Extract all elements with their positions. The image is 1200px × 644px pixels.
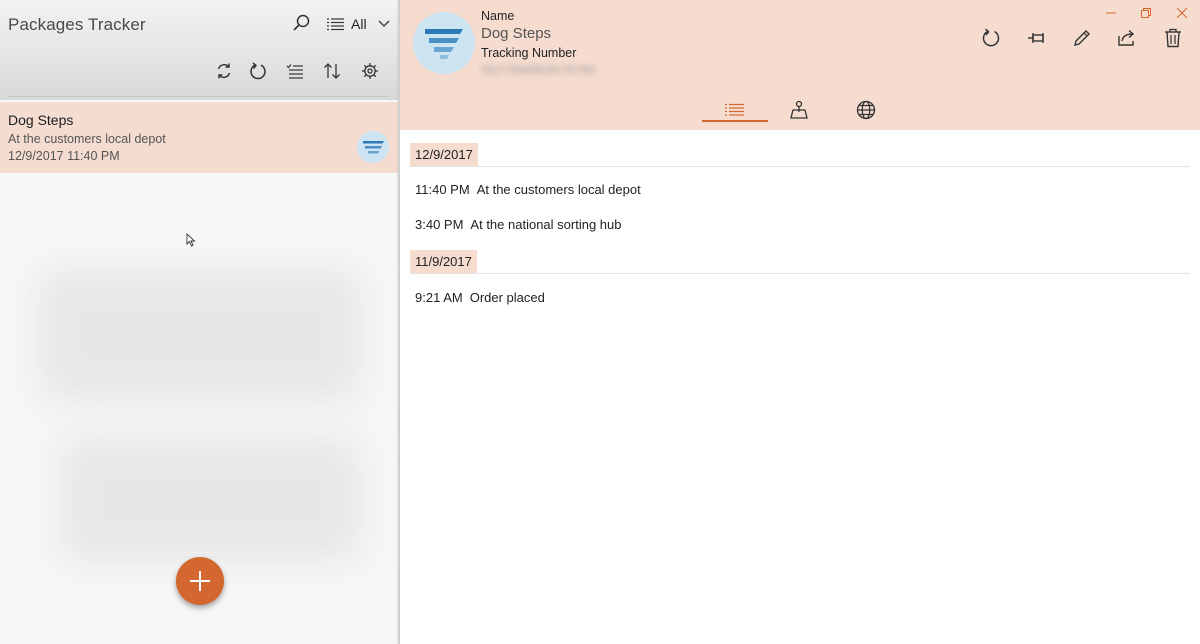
event-description: Order placed [469, 290, 545, 305]
restore-icon [1141, 8, 1151, 18]
plus-icon [190, 571, 210, 591]
package-list-pane: Packages Tracker All Dog Steps At the cu… [0, 0, 398, 644]
event-time: 3:40 PM [415, 217, 464, 232]
package-detail-pane: Name Dog Steps Tracking Number 552799496… [400, 0, 1200, 644]
event-time: 11:40 PM [415, 182, 470, 197]
carrier-logo-icon [356, 130, 390, 164]
filter-dropdown[interactable]: All [327, 13, 391, 35]
tab-map[interactable] [766, 96, 832, 124]
list-icon [725, 103, 744, 116]
filter-label: All [351, 16, 367, 32]
tab-list[interactable] [702, 96, 768, 124]
close-button[interactable] [1170, 4, 1194, 22]
package-date: 12/9/2017 11:40 PM [8, 149, 120, 163]
name-label: Name [481, 9, 515, 23]
filter-list-icon [327, 18, 344, 31]
search-button[interactable] [287, 9, 315, 37]
close-icon [1177, 8, 1187, 18]
globe-icon [856, 100, 876, 120]
map-pin-icon [790, 100, 808, 119]
list-header: Packages Tracker All [0, 0, 398, 100]
package-name-value: Dog Steps [481, 25, 552, 42]
refresh-all-button[interactable] [244, 57, 272, 85]
delete-icon [1165, 28, 1181, 48]
tracking-event: 9:21 AM Order placed [415, 290, 545, 305]
restore-button[interactable] [1134, 4, 1158, 22]
app-title: Packages Tracker [8, 15, 146, 34]
carrier-logo-icon [413, 12, 475, 74]
sort-button[interactable] [318, 57, 346, 85]
tracking-number-label: Tracking Number [481, 46, 577, 60]
settings-button[interactable] [356, 57, 384, 85]
pin-button[interactable] [1023, 24, 1051, 52]
mouse-cursor-icon [186, 233, 196, 247]
package-status: At the customers local depot [8, 132, 166, 146]
sync-button[interactable] [210, 57, 238, 85]
tracking-number-value: 5527994963076790 [481, 63, 596, 77]
event-description: At the national sorting hub [470, 217, 622, 232]
tracking-event: 11:40 PM At the customers local depot [415, 182, 641, 197]
minimize-button[interactable] [1099, 4, 1123, 22]
refresh-icon [982, 28, 1000, 47]
refresh-package-button[interactable] [977, 24, 1005, 52]
select-mode-button[interactable] [281, 57, 309, 85]
tracking-event: 3:40 PM At the national sorting hub [415, 217, 621, 232]
select-list-icon [286, 64, 303, 79]
share-button[interactable] [1113, 24, 1141, 52]
edit-button[interactable] [1068, 24, 1096, 52]
event-description: At the customers local depot [476, 182, 641, 197]
date-group-header: 12/9/2017 [410, 143, 478, 167]
sort-icon [324, 63, 340, 79]
divider [410, 273, 1190, 274]
background-blur [60, 440, 360, 560]
add-package-button[interactable] [176, 557, 224, 605]
edit-icon [1074, 30, 1090, 46]
refresh-icon [250, 62, 266, 80]
divider [410, 166, 1190, 167]
package-list-item[interactable]: Dog Steps At the customers local depot 1… [0, 102, 398, 173]
chevron-down-icon [378, 20, 390, 27]
sync-icon [217, 63, 231, 79]
background-blur [40, 270, 360, 400]
detail-header: Name Dog Steps Tracking Number 552799496… [400, 0, 1200, 130]
tab-web[interactable] [833, 96, 899, 124]
pin-icon [1028, 33, 1044, 43]
event-time: 9:21 AM [415, 290, 463, 305]
delete-button[interactable] [1159, 24, 1187, 52]
share-icon [1118, 29, 1135, 46]
package-name: Dog Steps [8, 112, 74, 128]
settings-icon [362, 63, 378, 79]
date-group-header: 11/9/2017 [410, 250, 477, 274]
minimize-icon [1106, 12, 1116, 14]
search-icon [293, 14, 310, 31]
